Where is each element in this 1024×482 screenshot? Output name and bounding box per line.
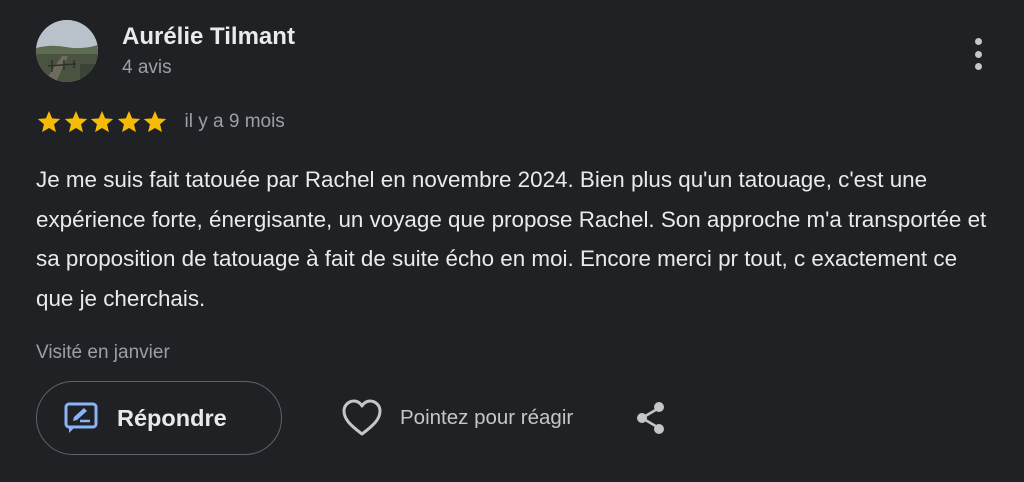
review-actions: Répondre Pointez pour réagir bbox=[36, 381, 669, 455]
star-rating bbox=[36, 109, 169, 135]
author-info: Aurélie Tilmant 4 avis bbox=[122, 22, 295, 80]
react-label: Pointez pour réagir bbox=[400, 406, 574, 429]
share-icon[interactable] bbox=[633, 400, 669, 436]
author-name[interactable]: Aurélie Tilmant bbox=[122, 22, 295, 52]
review-card: Aurélie Tilmant 4 avis il y a 9 mois Je … bbox=[0, 0, 1024, 482]
react-button[interactable]: Pointez pour réagir bbox=[340, 398, 573, 438]
review-text: Je me suis fait tatouée par Rachel en no… bbox=[36, 167, 987, 311]
visit-info: Visité en janvier bbox=[36, 342, 170, 363]
review-date: il y a 9 mois bbox=[184, 111, 285, 132]
star-icon bbox=[90, 110, 114, 133]
reply-icon bbox=[64, 402, 98, 433]
reply-button[interactable]: Répondre bbox=[36, 381, 282, 455]
rating-row: il y a 9 mois bbox=[36, 109, 285, 135]
heart-icon bbox=[342, 399, 382, 436]
star-icon bbox=[64, 110, 87, 133]
reply-label: Répondre bbox=[117, 404, 227, 431]
star-icon bbox=[37, 110, 61, 133]
more-options-button[interactable] bbox=[964, 34, 992, 74]
avatar-landscape-image bbox=[36, 20, 98, 82]
star-icon bbox=[117, 110, 140, 133]
review-header: Aurélie Tilmant 4 avis bbox=[36, 20, 295, 82]
author-review-count: 4 avis bbox=[122, 57, 172, 78]
avatar[interactable] bbox=[36, 20, 98, 82]
star-icon bbox=[143, 110, 167, 133]
more-vert-icon bbox=[974, 38, 982, 45]
